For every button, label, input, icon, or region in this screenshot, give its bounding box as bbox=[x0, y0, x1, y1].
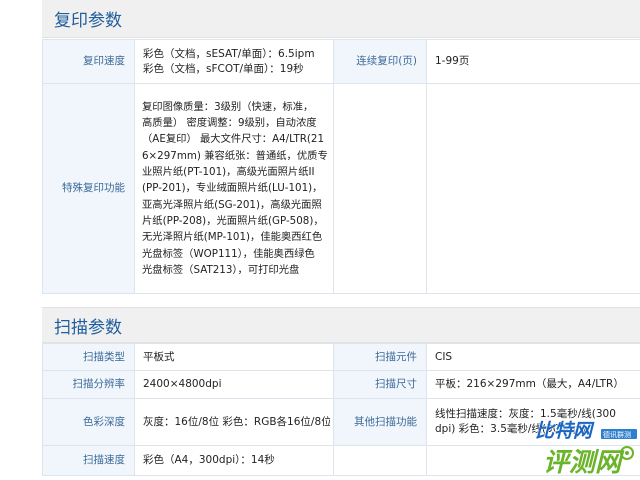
scan-element-label: 扫描元件 bbox=[333, 343, 427, 371]
scan-size-label: 扫描尺寸 bbox=[333, 370, 427, 399]
continuous-copy-label: 连续复印(页) bbox=[333, 39, 427, 84]
scan-size-value: 平板：216×297mm（最大，A4/LTR） bbox=[426, 370, 640, 399]
scan-resolution-value: 2400×4800dpi bbox=[134, 370, 334, 399]
scan-type-label: 扫描类型 bbox=[42, 343, 135, 371]
special-copy-line: 无光泽照片纸(MP-101)，佳能奥西红色 bbox=[142, 231, 323, 244]
other-scan-label: 其他扫描功能 bbox=[333, 398, 427, 446]
copy-section-title: 复印参数 bbox=[54, 11, 122, 31]
special-copy-line: 光盘标签（WOP111），佳能奥西绿色 bbox=[142, 247, 315, 260]
table-row: 特殊复印功能 复印图像质量：3级别（快速，标准， 高质量） 密度调整：9级别，自… bbox=[42, 83, 640, 294]
special-copy-line: 高质量） 密度调整：9级别，自动浓度 bbox=[142, 117, 317, 130]
special-copy-line: 6×297mm) 兼容纸张：普通纸，优质专 bbox=[142, 149, 328, 162]
special-copy-line: 光盘标签（SAT213），可打印光盘 bbox=[142, 263, 300, 276]
scan-speed-value: 彩色（A4，300dpi）：14秒 bbox=[134, 445, 334, 476]
special-copy-label: 特殊复印功能 bbox=[42, 83, 135, 294]
special-copy-value: 复印图像质量：3级别（快速，标准， 高质量） 密度调整：9级别，自动浓度 （AE… bbox=[134, 83, 334, 294]
table-row: 扫描分辨率 2400×4800dpi 扫描尺寸 平板：216×297mm（最大，… bbox=[42, 370, 640, 399]
scan-section-header: 扫描参数 bbox=[42, 307, 640, 343]
scan-element-value: CIS bbox=[426, 343, 640, 371]
scan-resolution-label: 扫描分辨率 bbox=[42, 370, 135, 399]
copy-speed-line-2: 彩色（文档，sFCOT/单面）：19秒 bbox=[143, 62, 304, 75]
copy-spec-table: 复印速度 彩色（文档，sESAT/单面）：6.5ipm 彩色（文档，sFCOT/… bbox=[42, 39, 640, 294]
special-copy-line: (PP-201)，专业绒面照片纸(LU-101)， bbox=[142, 182, 323, 195]
table-row: 扫描类型 平板式 扫描元件 CIS bbox=[42, 343, 640, 371]
color-depth-label: 色彩深度 bbox=[42, 398, 135, 446]
scan-section-title: 扫描参数 bbox=[54, 317, 122, 338]
empty-cell bbox=[426, 83, 640, 294]
copy-section-header: 复印参数 bbox=[42, 0, 640, 38]
special-copy-line: （AE复印） 最大文件尺寸：A4/LTR(21 bbox=[142, 133, 325, 146]
special-copy-line: 片纸(PP-208)，光面照片纸(GP-508)， bbox=[142, 214, 324, 227]
gear-icon-center bbox=[625, 451, 629, 455]
empty-cell bbox=[333, 83, 427, 294]
empty-cell bbox=[333, 445, 427, 476]
watermark-tag-text: 德讯群测 bbox=[603, 430, 631, 439]
copy-speed-value: 彩色（文档，sESAT/单面）：6.5ipm 彩色（文档，sFCOT/单面）：1… bbox=[134, 39, 334, 84]
color-depth-text: 灰度：16位/8位 彩色：RGB各16位/8位 bbox=[143, 415, 330, 428]
watermark-svg: 比特网 德讯群测 评测网 bbox=[534, 419, 637, 479]
special-copy-line: 复印图像质量：3级别（快速，标准， bbox=[142, 100, 314, 113]
color-depth-value: 灰度：16位/8位 彩色：RGB各16位/8位 bbox=[134, 398, 334, 446]
scan-size-text: 平板：216×297mm（最大，A4/LTR） bbox=[435, 378, 624, 390]
scan-speed-label: 扫描速度 bbox=[42, 445, 135, 476]
copy-speed-label: 复印速度 bbox=[42, 39, 135, 84]
copy-speed-line-1: 彩色（文档，sESAT/单面）：6.5ipm bbox=[143, 47, 315, 60]
watermark-text-1: 比特网 bbox=[535, 420, 595, 442]
continuous-copy-value: 1-99页 bbox=[426, 39, 640, 84]
special-copy-line: 业照片纸(PT-101)，高级光面照片纸II bbox=[142, 166, 315, 179]
watermark-text-2: 评测网 bbox=[543, 448, 625, 478]
watermark-logo: 比特网 德讯群测 评测网 bbox=[527, 413, 640, 480]
scan-type-value: 平板式 bbox=[134, 343, 334, 371]
table-row: 复印速度 彩色（文档，sESAT/单面）：6.5ipm 彩色（文档，sFCOT/… bbox=[42, 39, 640, 84]
special-copy-line: 亚高光泽照片纸(SG-201)，高级光面照 bbox=[142, 198, 322, 211]
